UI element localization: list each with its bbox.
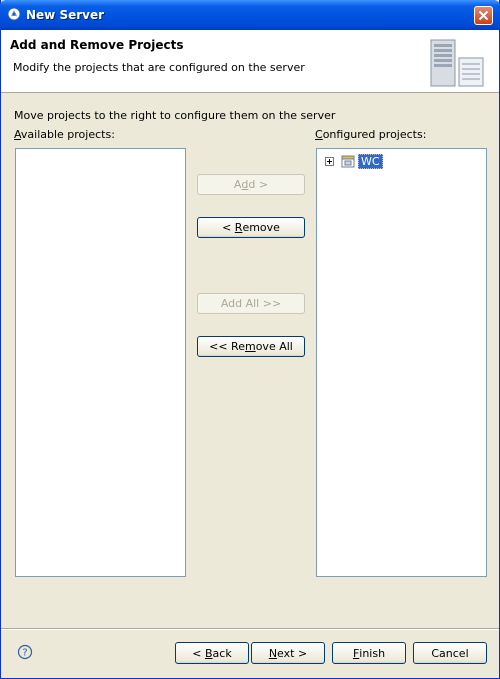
- close-icon: [478, 10, 489, 21]
- server-tower-icon: [430, 39, 484, 87]
- instructions-text: Move projects to the right to configure …: [14, 109, 336, 122]
- remove-button[interactable]: < Remove: [197, 217, 305, 238]
- window-title: New Server: [26, 8, 105, 22]
- project-folder-icon: [341, 155, 355, 168]
- available-projects-label: Available projects:: [14, 128, 115, 141]
- back-button[interactable]: < Back: [175, 642, 249, 664]
- finish-button[interactable]: Finish: [332, 642, 406, 664]
- configured-projects-label: Configured projects:: [315, 128, 427, 141]
- next-button[interactable]: Next >: [251, 642, 325, 664]
- configured-projects-list[interactable]: WC: [316, 148, 487, 577]
- expand-icon[interactable]: [325, 156, 334, 166]
- new-server-icon: [7, 7, 21, 21]
- close-button[interactable]: [474, 6, 493, 25]
- help-icon[interactable]: ?: [17, 644, 33, 660]
- tree-item-wc[interactable]: WC: [325, 153, 383, 169]
- new-server-dialog: New Server Add and Remove Projects Modif…: [0, 0, 500, 679]
- title-bar[interactable]: New Server: [0, 0, 500, 30]
- page-description: Modify the projects that are configured …: [13, 61, 305, 74]
- wizard-header: Add and Remove Projects Modify the proje…: [1, 30, 499, 93]
- add-all-button[interactable]: Add All >>: [197, 293, 305, 314]
- available-projects-list[interactable]: [15, 148, 186, 577]
- footer-separator: [1, 628, 499, 630]
- remove-all-button[interactable]: << Re m ove All: [197, 336, 305, 357]
- tree-item-label[interactable]: WC: [358, 153, 383, 169]
- page-title: Add and Remove Projects: [10, 38, 184, 52]
- add-button[interactable]: Add >: [197, 174, 305, 195]
- cancel-button[interactable]: Cancel: [413, 642, 487, 664]
- svg-text:?: ?: [22, 648, 27, 659]
